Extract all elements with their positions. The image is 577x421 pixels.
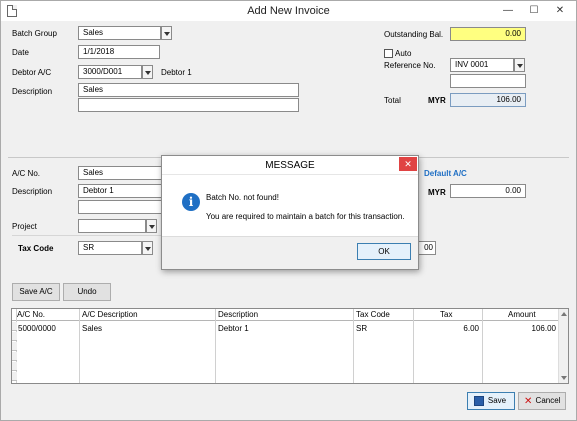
date-field[interactable]: 1/1/2018 — [78, 45, 160, 59]
title-bar: Add New Invoice — ☐ ✕ — [1, 1, 576, 21]
default-ac-link[interactable]: Default A/C — [424, 169, 467, 178]
row-selector[interactable] — [12, 352, 17, 361]
floppy-disk-icon — [474, 396, 484, 406]
reference-label: Reference No. — [384, 61, 436, 70]
ok-button[interactable]: OK — [357, 243, 411, 260]
dialog-title: MESSAGE — [162, 156, 418, 175]
row-selector[interactable] — [12, 342, 17, 351]
debtor-ac-dropdown-icon[interactable] — [142, 65, 153, 79]
cell-ac-no[interactable]: 5000/0000 — [18, 323, 56, 335]
cancel-button-label: Cancel — [535, 396, 561, 405]
project-label: Project — [12, 222, 37, 231]
cancel-x-icon: ✕ — [524, 396, 533, 407]
auto-label: Auto — [395, 49, 412, 58]
reference-dropdown-icon[interactable] — [514, 58, 525, 72]
close-window-button[interactable]: ✕ — [549, 1, 571, 21]
description-label: Description — [12, 87, 53, 96]
scroll-down-icon[interactable] — [561, 376, 567, 380]
row-selector[interactable] — [12, 372, 17, 381]
cell-tax-code[interactable]: SR — [356, 323, 367, 335]
total-label: Total — [384, 96, 401, 105]
tax-code-field[interactable]: SR — [78, 241, 142, 255]
debtor-ac-label: Debtor A/C — [12, 68, 52, 77]
project-field[interactable] — [78, 219, 146, 233]
dialog-close-button[interactable]: ✕ — [399, 157, 417, 171]
col-header-amount[interactable]: Amount — [508, 309, 536, 321]
total-field: 106.00 — [450, 93, 526, 107]
scroll-up-icon[interactable] — [561, 312, 567, 316]
message-dialog: MESSAGE ✕ i Batch No. not found! You are… — [161, 155, 419, 270]
save-button[interactable]: Save — [467, 392, 515, 410]
maximize-button[interactable]: ☐ — [523, 1, 545, 21]
tax-group-border — [12, 235, 162, 236]
description-line2-field[interactable] — [78, 98, 299, 112]
cell-ac-description[interactable]: Sales — [82, 323, 102, 335]
column-divider — [482, 309, 483, 383]
column-divider — [215, 309, 216, 383]
detail-description-label: Description — [12, 187, 53, 196]
batch-group-select[interactable]: Sales — [78, 26, 161, 40]
detail-ac-no-label: A/C No. — [12, 169, 41, 178]
tax-code-label: Tax Code — [18, 244, 54, 253]
reference-line2-field[interactable] — [450, 74, 526, 88]
detail-currency: MYR — [428, 188, 446, 197]
dialog-footer: OK — [162, 236, 418, 269]
cell-description[interactable]: Debtor 1 — [218, 323, 249, 335]
dialog-message-line1: Batch No. not found! — [206, 193, 279, 202]
dialog-message-line2: You are required to maintain a batch for… — [206, 212, 405, 221]
row-selector[interactable] — [12, 332, 17, 341]
save-ac-button[interactable]: Save A/C — [12, 283, 60, 301]
column-divider — [413, 309, 414, 383]
column-divider — [353, 309, 354, 383]
row-selector[interactable] — [12, 362, 17, 371]
info-icon: i — [182, 193, 200, 211]
description-line1-field[interactable]: Sales — [78, 83, 299, 97]
cell-amount[interactable]: 106.00 — [482, 323, 556, 335]
debtor-name: Debtor 1 — [161, 68, 192, 77]
outstanding-label: Outstanding Bal. — [384, 30, 444, 39]
table-scrollbar[interactable] — [558, 309, 568, 383]
table-header: A/C No. A/C Description Description Tax … — [12, 309, 568, 321]
col-header-tax-code[interactable]: Tax Code — [356, 309, 390, 321]
row-selector[interactable] — [12, 322, 17, 331]
minimize-button[interactable]: — — [497, 1, 519, 21]
col-header-description[interactable]: Description — [218, 309, 258, 321]
cell-tax[interactable]: 6.00 — [413, 323, 479, 335]
batch-group-label: Batch Group — [12, 29, 57, 38]
project-dropdown-icon[interactable] — [146, 219, 157, 233]
col-header-ac-description[interactable]: A/C Description — [82, 309, 138, 321]
batch-group-dropdown-icon[interactable] — [161, 26, 172, 40]
debtor-ac-field[interactable]: 3000/D001 — [78, 65, 142, 79]
save-button-label: Save — [487, 396, 507, 405]
total-currency: MYR — [428, 96, 446, 105]
column-divider — [79, 309, 80, 383]
tax-code-dropdown-icon[interactable] — [142, 241, 153, 255]
detail-amount-field[interactable]: 0.00 — [450, 184, 526, 198]
col-header-ac-no[interactable]: A/C No. — [17, 309, 45, 321]
outstanding-field: 0.00 — [450, 27, 526, 41]
entries-table: A/C No. A/C Description Description Tax … — [11, 308, 569, 384]
date-label: Date — [12, 48, 29, 57]
cancel-button[interactable]: ✕ Cancel — [518, 392, 566, 410]
tax-amount-field[interactable]: 00 — [416, 241, 436, 255]
col-header-tax[interactable]: Tax — [440, 309, 452, 321]
undo-button[interactable]: Undo — [63, 283, 111, 301]
window-title: Add New Invoice — [247, 5, 330, 17]
reference-field[interactable]: INV 0001 — [450, 58, 514, 72]
auto-checkbox[interactable] — [384, 49, 393, 58]
